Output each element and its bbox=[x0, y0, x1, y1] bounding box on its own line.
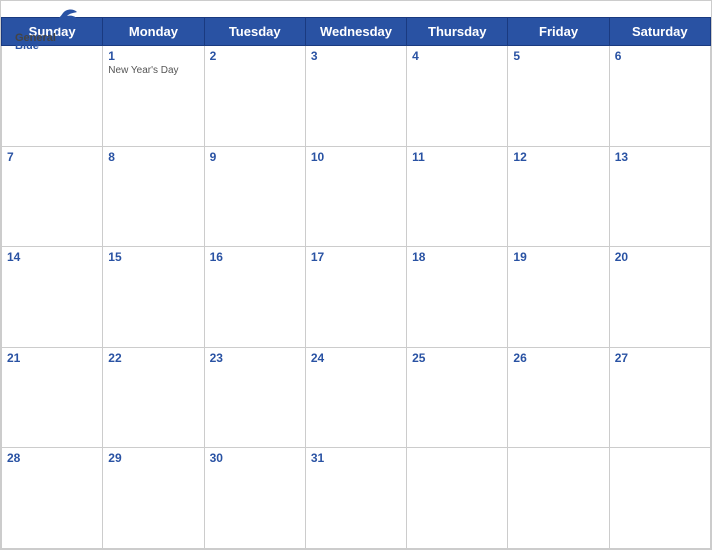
day-number: 6 bbox=[615, 49, 705, 63]
calendar-cell: 7 bbox=[2, 146, 103, 247]
calendar-cell: 19 bbox=[508, 247, 609, 348]
day-number: 27 bbox=[615, 351, 705, 365]
day-number: 8 bbox=[108, 150, 198, 164]
week-row-5: 28 29 30 31 bbox=[2, 448, 711, 549]
calendar-cell bbox=[2, 46, 103, 147]
calendar-cell: 4 bbox=[407, 46, 508, 147]
calendar-cell: 22 bbox=[103, 347, 204, 448]
weekday-header-wednesday: Wednesday bbox=[305, 18, 406, 46]
week-row-4: 21 22 23 24 25 26 27 bbox=[2, 347, 711, 448]
calendar: General Blue SundayMondayTuesdayWednesda… bbox=[0, 0, 712, 550]
day-number: 15 bbox=[108, 250, 198, 264]
calendar-cell: 23 bbox=[204, 347, 305, 448]
day-number: 14 bbox=[7, 250, 97, 264]
calendar-cell: 17 bbox=[305, 247, 406, 348]
calendar-cell: 3 bbox=[305, 46, 406, 147]
logo-svg: General Blue bbox=[13, 7, 83, 49]
calendar-cell bbox=[508, 448, 609, 549]
day-number: 13 bbox=[615, 150, 705, 164]
svg-text:Blue: Blue bbox=[15, 40, 39, 49]
calendar-cell: 29 bbox=[103, 448, 204, 549]
calendar-cell: 9 bbox=[204, 146, 305, 247]
calendar-cell: 6 bbox=[609, 46, 710, 147]
calendar-cell: 2 bbox=[204, 46, 305, 147]
day-number: 20 bbox=[615, 250, 705, 264]
calendar-cell: 12 bbox=[508, 146, 609, 247]
weekday-header-saturday: Saturday bbox=[609, 18, 710, 46]
calendar-cell: 28 bbox=[2, 448, 103, 549]
calendar-cell: 20 bbox=[609, 247, 710, 348]
weekday-header-monday: Monday bbox=[103, 18, 204, 46]
day-number: 23 bbox=[210, 351, 300, 365]
calendar-cell: 13 bbox=[609, 146, 710, 247]
calendar-cell: 18 bbox=[407, 247, 508, 348]
day-number: 18 bbox=[412, 250, 502, 264]
day-number: 28 bbox=[7, 451, 97, 465]
day-number: 12 bbox=[513, 150, 603, 164]
week-row-3: 14 15 16 17 18 19 20 bbox=[2, 247, 711, 348]
week-row-1: 1 New Year's Day 23456 bbox=[2, 46, 711, 147]
day-number: 7 bbox=[7, 150, 97, 164]
day-number: 9 bbox=[210, 150, 300, 164]
logo-area: General Blue bbox=[13, 7, 83, 49]
calendar-header: General Blue bbox=[1, 1, 711, 17]
calendar-cell: 5 bbox=[508, 46, 609, 147]
day-number: 31 bbox=[311, 451, 401, 465]
calendar-cell: 30 bbox=[204, 448, 305, 549]
day-number: 29 bbox=[108, 451, 198, 465]
weekday-header-tuesday: Tuesday bbox=[204, 18, 305, 46]
day-number: 11 bbox=[412, 150, 502, 164]
calendar-cell: 16 bbox=[204, 247, 305, 348]
day-number: 17 bbox=[311, 250, 401, 264]
calendar-cell bbox=[609, 448, 710, 549]
day-number: 24 bbox=[311, 351, 401, 365]
calendar-cell: 8 bbox=[103, 146, 204, 247]
day-number: 2 bbox=[210, 49, 300, 63]
day-number: 3 bbox=[311, 49, 401, 63]
day-number: 1 bbox=[108, 49, 198, 63]
day-number: 25 bbox=[412, 351, 502, 365]
calendar-cell: 25 bbox=[407, 347, 508, 448]
calendar-cell: 21 bbox=[2, 347, 103, 448]
calendar-cell: 10 bbox=[305, 146, 406, 247]
calendar-cell: 31 bbox=[305, 448, 406, 549]
calendar-cell bbox=[407, 448, 508, 549]
day-number: 22 bbox=[108, 351, 198, 365]
week-row-2: 789 10 11 12 13 bbox=[2, 146, 711, 247]
day-number: 21 bbox=[7, 351, 97, 365]
weekday-header-row: SundayMondayTuesdayWednesdayThursdayFrid… bbox=[2, 18, 711, 46]
calendar-cell: 14 bbox=[2, 247, 103, 348]
calendar-cell: 26 bbox=[508, 347, 609, 448]
day-number: 16 bbox=[210, 250, 300, 264]
calendar-cell: 15 bbox=[103, 247, 204, 348]
calendar-cell: 24 bbox=[305, 347, 406, 448]
weekday-header-thursday: Thursday bbox=[407, 18, 508, 46]
day-number: 10 bbox=[311, 150, 401, 164]
day-number: 30 bbox=[210, 451, 300, 465]
calendar-cell: 11 bbox=[407, 146, 508, 247]
weekday-header-friday: Friday bbox=[508, 18, 609, 46]
calendar-cell: 1 New Year's Day bbox=[103, 46, 204, 147]
day-number: 19 bbox=[513, 250, 603, 264]
day-number: 5 bbox=[513, 49, 603, 63]
day-number: 26 bbox=[513, 351, 603, 365]
calendar-cell: 27 bbox=[609, 347, 710, 448]
calendar-table: SundayMondayTuesdayWednesdayThursdayFrid… bbox=[1, 17, 711, 549]
day-number: 4 bbox=[412, 49, 502, 63]
holiday-name: New Year's Day bbox=[108, 65, 198, 77]
